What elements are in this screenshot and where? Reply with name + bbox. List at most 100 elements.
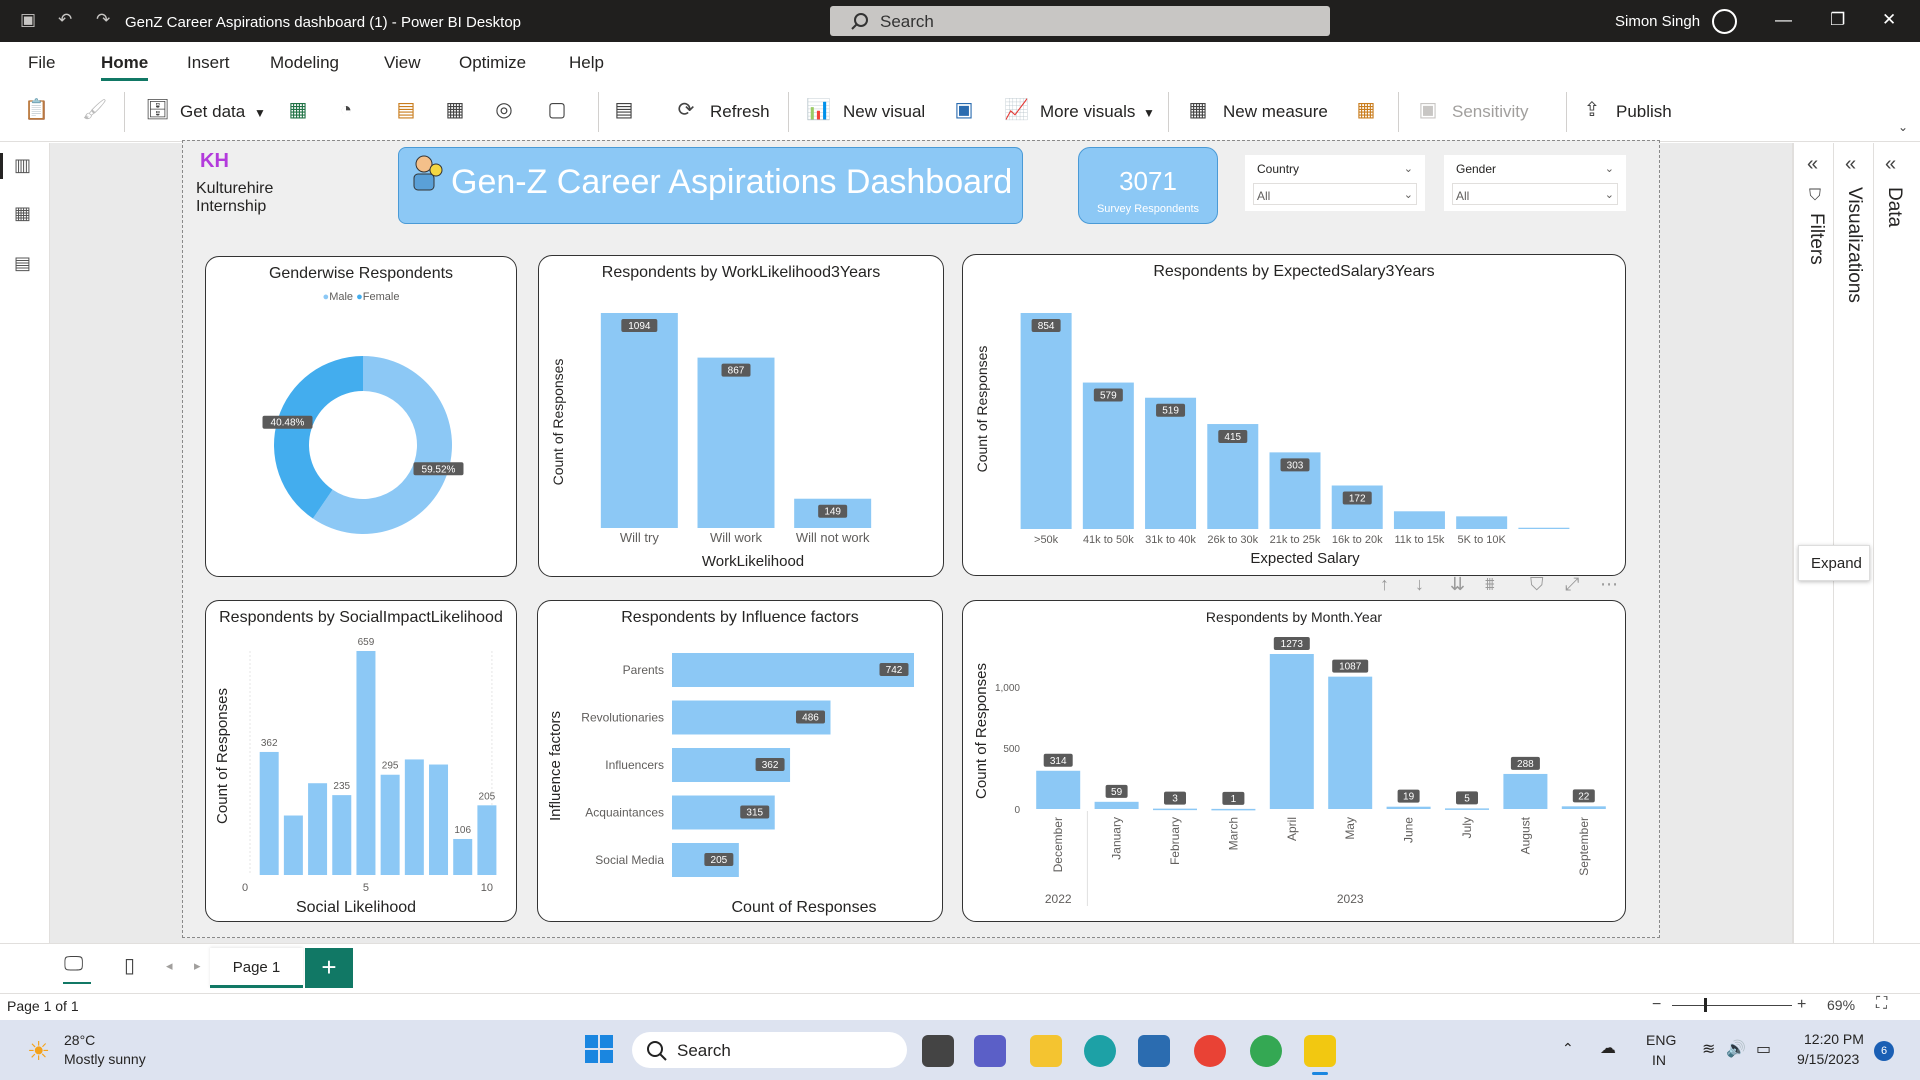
task-view-icon[interactable]: [922, 1035, 954, 1067]
prev-page-icon[interactable]: ◂: [166, 958, 173, 974]
next-page-icon[interactable]: ▸: [194, 958, 201, 974]
onedrive-icon[interactable]: ☁: [1600, 1038, 1616, 1058]
refresh-button[interactable]: Refresh: [710, 102, 770, 122]
next-level-icon[interactable]: ⇊: [1450, 574, 1465, 595]
paste-icon[interactable]: 📋: [24, 98, 49, 122]
page-tab[interactable]: Page 1: [210, 948, 303, 988]
data-pane-label[interactable]: Data: [1883, 187, 1905, 227]
chevron-down-icon[interactable]: ▼: [254, 106, 266, 120]
gender-donut-card[interactable]: Genderwise Respondents ●Male ●Female 59.…: [205, 256, 517, 577]
refresh-icon[interactable]: ⟳: [674, 98, 698, 122]
dataverse-link-icon[interactable]: ◎: [492, 98, 516, 122]
expand-hierarchy-icon[interactable]: ⩩: [1485, 574, 1495, 595]
user-name[interactable]: Simon Singh: [1615, 13, 1700, 30]
work-likelihood-card[interactable]: Respondents by WorkLikelihood3Years 1094…: [538, 255, 944, 577]
clock-time[interactable]: 12:20 PM: [1804, 1031, 1864, 1047]
taskbar-search[interactable]: Search: [632, 1032, 907, 1068]
menu-home[interactable]: Home: [101, 53, 149, 81]
expected-salary-card[interactable]: Respondents by ExpectedSalary3Years 854 >…: [962, 254, 1626, 576]
chevron-down-icon[interactable]: ⌄: [1404, 162, 1413, 175]
more-visuals-icon[interactable]: 📈: [1004, 98, 1029, 122]
drill-down-icon[interactable]: ↓: [1415, 574, 1424, 595]
drill-up-icon[interactable]: ↑: [1380, 574, 1389, 595]
publish-icon[interactable]: ⇪: [1580, 98, 1604, 122]
menu-file[interactable]: File: [28, 53, 55, 73]
add-page-button[interactable]: +: [305, 948, 353, 988]
restore-icon[interactable]: ❐: [1830, 10, 1845, 30]
model-view-icon[interactable]: ▤: [14, 253, 36, 273]
weather-icon[interactable]: ☀: [27, 1036, 50, 1067]
slicer-dropdown[interactable]: [1253, 183, 1417, 205]
battery-icon[interactable]: ▭: [1756, 1039, 1771, 1059]
text-box-icon[interactable]: ▣: [952, 98, 976, 122]
zoom-slider-thumb[interactable]: [1704, 998, 1707, 1012]
save-icon[interactable]: ▣: [20, 10, 36, 30]
focus-mode-icon[interactable]: ⤢: [1565, 574, 1579, 595]
gender-slicer[interactable]: Gender ⌄ All ⌄: [1444, 155, 1626, 211]
close-icon[interactable]: ✕: [1882, 10, 1896, 30]
more-visuals-button[interactable]: More visuals: [1040, 102, 1135, 122]
visualizations-pane-label[interactable]: Visualizations: [1843, 187, 1865, 303]
wifi-icon[interactable]: ≋: [1702, 1039, 1715, 1059]
recent-sources-icon[interactable]: ▢: [545, 98, 569, 122]
chrome-icon[interactable]: [1194, 1035, 1226, 1067]
chevron-down-icon[interactable]: ⌄: [1605, 188, 1614, 201]
social-impact-card[interactable]: Respondents by SocialImpactLikelihood 36…: [205, 600, 517, 922]
dataverse-icon[interactable]: ◔: [334, 98, 358, 122]
chevron-down-icon[interactable]: ▼: [1143, 106, 1155, 120]
show-hidden-icons-icon[interactable]: ⌃: [1562, 1040, 1574, 1057]
chevron-down-icon[interactable]: ⌄: [1605, 162, 1614, 175]
quick-measure-icon[interactable]: ▦: [1354, 98, 1378, 122]
mobile-layout-icon[interactable]: ▯: [124, 953, 135, 978]
notification-badge[interactable]: 6: [1874, 1041, 1894, 1061]
volume-icon[interactable]: 🔊: [1726, 1039, 1746, 1059]
minimize-icon[interactable]: —: [1775, 10, 1792, 30]
search-input[interactable]: Search: [830, 6, 1330, 36]
menu-insert[interactable]: Insert: [187, 53, 230, 73]
enter-data-icon[interactable]: ▦: [443, 98, 467, 122]
power-bi-icon[interactable]: [1304, 1035, 1336, 1067]
language-code[interactable]: ENG: [1646, 1032, 1676, 1048]
store-icon[interactable]: [1138, 1035, 1170, 1067]
excel-icon[interactable]: ▦: [286, 98, 310, 122]
windows-start-icon[interactable]: [585, 1035, 613, 1063]
country-slicer[interactable]: Country ⌄ All ⌄: [1245, 155, 1425, 211]
report-view-icon[interactable]: ▥: [14, 155, 36, 175]
clock-date[interactable]: 9/15/2023: [1797, 1051, 1859, 1067]
sql-icon[interactable]: ▤: [394, 98, 418, 122]
collapse-filters-icon[interactable]: «: [1807, 153, 1818, 176]
filters-pane-label[interactable]: Filters: [1805, 213, 1827, 265]
zoom-slider[interactable]: [1672, 1005, 1792, 1006]
slicer-dropdown[interactable]: [1452, 183, 1618, 205]
database-icon[interactable]: 🗄: [145, 98, 170, 122]
collapse-ribbon-icon[interactable]: ⌄: [1898, 120, 1908, 134]
avatar[interactable]: [1712, 9, 1737, 34]
more-options-icon[interactable]: ⋯: [1600, 574, 1618, 595]
fit-to-page-icon[interactable]: ⛶: [1876, 995, 1887, 1013]
publish-button[interactable]: Publish: [1616, 102, 1672, 122]
format-painter-icon[interactable]: 🖌: [82, 98, 107, 122]
table-view-icon[interactable]: ▦: [14, 203, 36, 223]
chrome-profile-icon[interactable]: [1250, 1035, 1282, 1067]
filter-icon[interactable]: ⛉: [1530, 574, 1544, 595]
influence-factors-card[interactable]: Respondents by Influence factors 742 Pare…: [537, 600, 943, 922]
get-data-button[interactable]: Get data: [180, 102, 245, 122]
collapse-visualizations-icon[interactable]: «: [1845, 153, 1856, 176]
edge-icon[interactable]: [1084, 1035, 1116, 1067]
zoom-in-icon[interactable]: +: [1797, 996, 1806, 1014]
month-year-card[interactable]: Respondents by Month.Year 0 500 1,000 314 De…: [962, 600, 1626, 922]
new-measure-button[interactable]: New measure: [1223, 102, 1328, 122]
menu-help[interactable]: Help: [569, 53, 604, 73]
calculator-icon[interactable]: ▦: [1186, 98, 1210, 122]
menu-view[interactable]: View: [384, 53, 421, 73]
chevron-down-icon[interactable]: ⌄: [1404, 188, 1413, 201]
language-region[interactable]: IN: [1652, 1052, 1666, 1068]
redo-icon[interactable]: ↷: [96, 10, 110, 30]
menu-optimize[interactable]: Optimize: [459, 53, 526, 73]
new-visual-button[interactable]: New visual: [843, 102, 925, 122]
file-explorer-icon[interactable]: [1030, 1035, 1062, 1067]
new-visual-icon[interactable]: 📊: [806, 98, 831, 122]
collapse-data-icon[interactable]: «: [1885, 153, 1896, 176]
undo-icon[interactable]: ↶: [58, 10, 72, 30]
transform-data-icon[interactable]: ▤: [612, 98, 636, 122]
